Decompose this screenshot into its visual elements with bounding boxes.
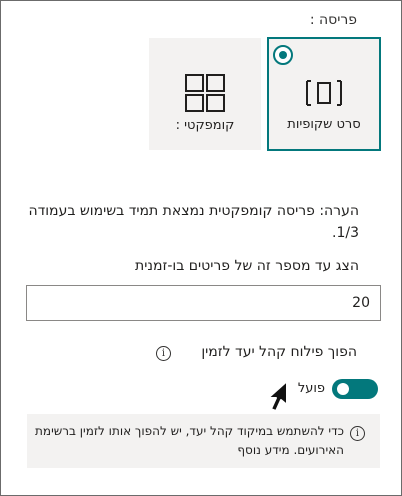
toggle-knob — [337, 383, 349, 395]
settings-panel: פריסה : סרט שקופיות קומפקטי: הערה: פריס… — [0, 0, 402, 496]
radio-selected-icon[interactable] — [273, 45, 293, 65]
info-icon[interactable]: i — [156, 346, 171, 361]
audience-targeting-toggle[interactable] — [332, 379, 378, 399]
filmstrip-icon — [306, 80, 342, 106]
mouse-pointer-icon — [267, 380, 288, 412]
info-message-box: i כדי להשתמש במיקוד קהל יעד, יש להפוך או… — [27, 414, 380, 468]
item-count-input[interactable] — [26, 285, 381, 321]
compact-note: הערה: פריסה קומפקטית נמצאת תמיד בשימוש ב… — [28, 203, 359, 241]
info-message-body: כדי להשתמש במיקוד קהל יעד, יש להפוך אותו… — [35, 424, 344, 457]
audience-targeting-label: הפוך פילוח קהל יעד לזמין — [201, 344, 357, 360]
info-icon: i — [350, 426, 365, 441]
toggle-state-label: פועל — [297, 381, 325, 396]
compact-grid-icon — [185, 74, 225, 112]
compact-label: קומפקטי : — [175, 118, 235, 133]
layout-option-compact[interactable]: קומפקטי : — [149, 38, 261, 150]
info-message-text: כדי להשתמש במיקוד קהל יעד, יש להפוך אותו… — [34, 422, 344, 460]
filmstrip-label: סרט שקופיות — [287, 117, 361, 132]
learn-more-link[interactable]: מידע נוסף — [237, 443, 289, 457]
layout-option-filmstrip[interactable]: סרט שקופיות — [267, 37, 381, 151]
item-count-label: הצג עד מספר זה של פריטים בו-זמנית — [135, 258, 359, 274]
layout-label: פריסה : — [309, 12, 357, 28]
